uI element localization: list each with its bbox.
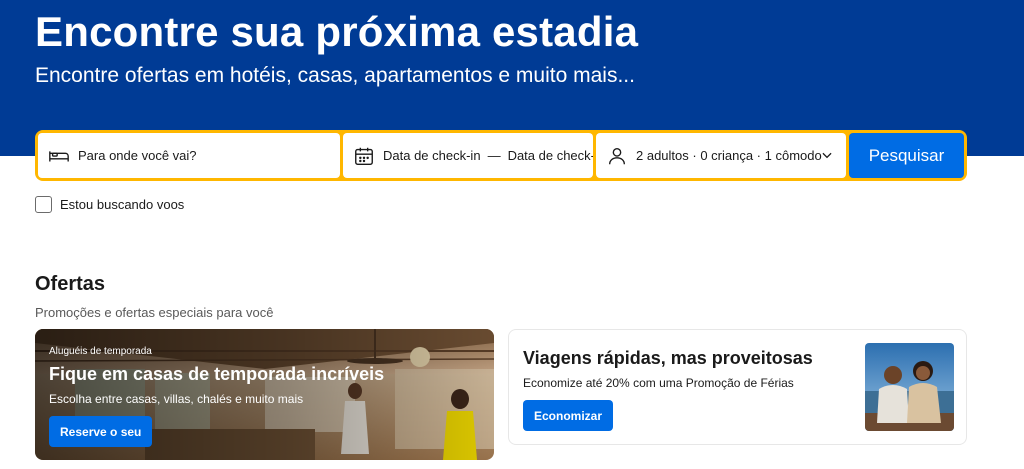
search-button[interactable]: Pesquisar: [849, 133, 964, 178]
date-picker[interactable]: Data de check-in — Data de check-: [343, 133, 593, 178]
quick-trips-card[interactable]: Viagens rápidas, mas proveitosas Economi…: [508, 329, 967, 445]
checkout-label: Data de check-: [507, 148, 593, 163]
hero-subtitle: Encontre ofertas em hotéis, casas, apart…: [35, 64, 635, 87]
hero-title: Encontre sua próxima estadia: [35, 8, 639, 55]
travelers-photo: [865, 343, 954, 431]
flights-option[interactable]: Estou buscando voos: [35, 196, 184, 213]
card-title: Fique em casas de temporada incríveis: [49, 364, 385, 384]
chevron-down-icon: [820, 148, 834, 165]
offers-subtitle: Promoções e ofertas especiais para você: [35, 305, 274, 320]
destination-placeholder: Para onde você vai?: [78, 148, 197, 163]
save-money-button[interactable]: Economizar: [523, 400, 614, 431]
card-kicker: Aluguéis de temporada: [49, 346, 152, 357]
flights-label: Estou buscando voos: [60, 197, 185, 212]
person-icon: [606, 145, 628, 167]
checkin-label: Data de check-in: [383, 148, 481, 163]
occupancy-value: 2 adultos · 0 criança · 1 cômodo: [636, 148, 822, 163]
search-bar: Para onde você vai? Data de check-in — D…: [35, 130, 967, 181]
offers-title: Ofertas: [35, 273, 106, 295]
calendar-icon: [353, 145, 375, 167]
flights-checkbox[interactable]: [35, 196, 52, 213]
bed-icon: [48, 145, 70, 167]
card-title: Viagens rápidas, mas proveitosas: [523, 348, 813, 368]
destination-input[interactable]: Para onde você vai?: [38, 133, 340, 178]
card-description: Economize até 20% com uma Promoção de Fé…: [523, 376, 794, 390]
occupancy-selector[interactable]: 2 adultos · 0 criança · 1 cômodo: [596, 133, 846, 178]
reserve-button[interactable]: Reserve o seu: [49, 416, 153, 447]
date-separator: —: [487, 148, 501, 163]
card-description: Escolha entre casas, villas, chalés e mu…: [49, 392, 304, 406]
vacation-rentals-card[interactable]: Aluguéis de temporada Fique em casas de …: [35, 329, 494, 460]
